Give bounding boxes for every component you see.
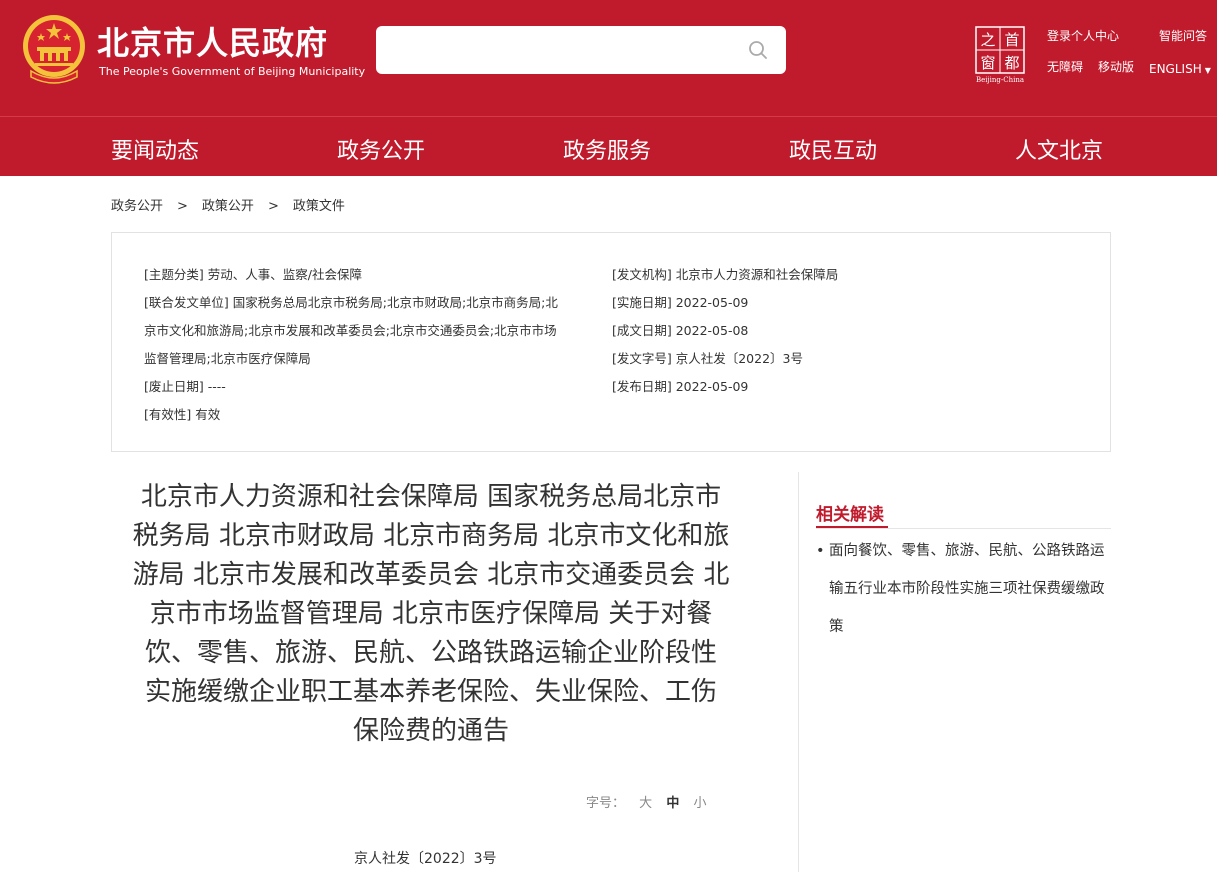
site-title[interactable]: 北京市人民政府: [97, 18, 328, 64]
title-line: 实施缓缴企业职工基本养老保险、失业保险、工伤: [144, 677, 717, 707]
meta-expiry-date: [废止日期] ----: [144, 379, 226, 394]
title-line: 税务局 北京市财政局 北京市商务局 北京市文化和旅: [132, 521, 730, 551]
capital-window-logo-icon[interactable]: 首 都 之 窗 Beijing-China: [972, 26, 1028, 84]
nav-item-services[interactable]: 政务服务: [563, 133, 651, 165]
title-line: 北京市人力资源和社会保障局 国家税务总局北京市: [140, 482, 722, 512]
meta-effective-date: [实施日期] 2022-05-09: [612, 295, 749, 310]
meta-topic: [主题分类] 劳动、人事、监察/社会保障: [144, 267, 362, 282]
document-meta-box: [主题分类] 劳动、人事、监察/社会保障 [联合发文单位] 国家税务总局北京市税…: [111, 232, 1111, 452]
title-line: 保险费的通告: [352, 716, 509, 746]
breadcrumb-item[interactable]: 政策文件: [293, 199, 345, 214]
main-nav: 要闻动态 政务公开 政务服务 政民互动 人文北京: [0, 116, 1217, 176]
mobile-link[interactable]: 移动版: [1098, 58, 1134, 75]
site-header: 北京市人民政府 The People's Government of Beiji…: [0, 0, 1217, 116]
title-line: 游局 北京市发展和改革委员会 北京市交通委员会 北: [132, 560, 730, 590]
nav-item-news[interactable]: 要闻动态: [111, 133, 199, 165]
english-link[interactable]: ENGLISH ▼: [1149, 62, 1211, 76]
font-size-large-button[interactable]: 大: [639, 796, 652, 811]
bullet-icon: •: [816, 543, 825, 559]
meta-written-date: [成文日期] 2022-05-08: [612, 323, 749, 338]
breadcrumb-separator: >: [177, 199, 188, 214]
english-label: ENGLISH: [1149, 62, 1202, 76]
title-line: 饮、零售、旅游、民航、公路铁路运输企业阶段性: [144, 638, 717, 668]
meta-joint-issuers-cont: 京市文化和旅游局;北京市发展和改革委员会;北京市交通委员会;北京市市场: [144, 323, 557, 338]
font-size-small-button[interactable]: 小: [693, 796, 706, 811]
meta-joint-issuers: [联合发文单位] 国家税务总局北京市税务局;北京市财政局;北京市商务局;北: [144, 295, 558, 310]
search-box: [376, 26, 786, 74]
meta-doc-number: [发文字号] 京人社发〔2022〕3号: [612, 351, 803, 366]
meta-publish-date: [发布日期] 2022-05-09: [612, 379, 749, 394]
logo-char: 首: [1004, 31, 1019, 49]
nav-item-culture[interactable]: 人文北京: [1015, 133, 1103, 165]
document-title: 北京市人力资源和社会保障局 国家税务总局北京市 税务局 北京市财政局 北京市商务…: [111, 478, 751, 751]
nav-item-interaction[interactable]: 政民互动: [789, 133, 877, 165]
related-reading-title: 相关解读: [816, 505, 884, 525]
related-item-link[interactable]: • 面向餐饮、零售、旅游、民航、公路铁路运输五行业本市阶段性实施三项社保费缓缴政…: [816, 532, 1111, 646]
search-icon[interactable]: [748, 40, 768, 60]
sidebar-divider: [798, 472, 799, 872]
breadcrumb-item[interactable]: 政策公开: [202, 199, 254, 214]
font-size-control: 字号： 大 中 小: [586, 792, 706, 811]
caret-down-icon: ▼: [1204, 66, 1211, 75]
breadcrumb-item[interactable]: 政务公开: [111, 199, 163, 214]
font-size-label: 字号：: [586, 796, 626, 811]
meta-joint-issuers-cont: 监督管理局;北京市医疗保障局: [144, 351, 311, 366]
document-number: 京人社发〔2022〕3号: [354, 851, 497, 867]
meta-issuing-agency: [发文机构] 北京市人力资源和社会保障局: [612, 267, 839, 282]
search-input[interactable]: [390, 34, 730, 66]
meta-validity: [有效性] 有效: [144, 407, 221, 422]
nav-item-gov-affairs[interactable]: 政务公开: [337, 133, 425, 165]
logo-caption: Beijing-China: [976, 76, 1024, 84]
login-link[interactable]: 登录个人中心: [1047, 27, 1119, 44]
logo-char: 之: [980, 31, 995, 49]
breadcrumb-separator: >: [267, 199, 279, 214]
related-divider: [816, 528, 1111, 529]
related-title-underline: [816, 526, 888, 528]
font-size-medium-button[interactable]: 中: [666, 796, 679, 811]
title-line: 京市市场监督管理局 北京市医疗保障局 关于对餐: [149, 599, 713, 629]
breadcrumb: 政务公开 > 政策公开 > 政策文件: [111, 195, 345, 214]
related-item-text: 面向餐饮、零售、旅游、民航、公路铁路运输五行业本市阶段性实施三项社保费缓缴政策: [829, 543, 1105, 635]
ai-qa-link[interactable]: 智能问答: [1159, 27, 1207, 44]
accessibility-link[interactable]: 无障碍: [1047, 58, 1083, 75]
site-subtitle[interactable]: The People's Government of Beijing Munic…: [99, 65, 365, 78]
national-emblem-icon[interactable]: [21, 13, 87, 85]
logo-char: 都: [1004, 54, 1019, 72]
logo-char: 窗: [980, 54, 995, 72]
